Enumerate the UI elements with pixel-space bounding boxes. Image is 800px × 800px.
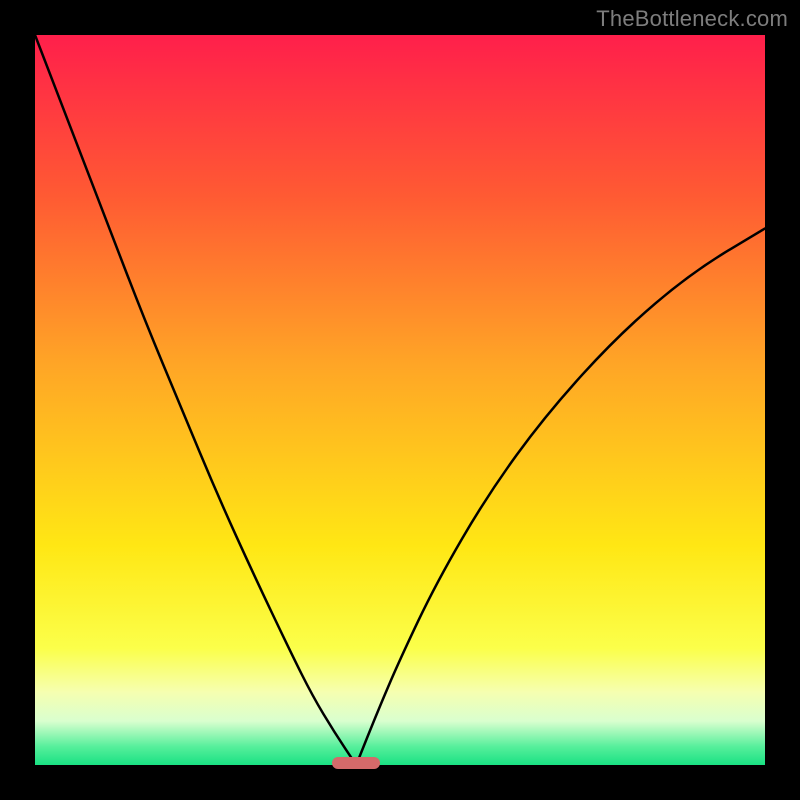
curve-right-branch <box>356 228 765 765</box>
chart-frame: TheBottleneck.com <box>0 0 800 800</box>
curve-left-branch <box>35 35 356 765</box>
optimal-marker <box>332 757 379 769</box>
curve-layer <box>35 35 765 765</box>
watermark-text: TheBottleneck.com <box>596 6 788 32</box>
